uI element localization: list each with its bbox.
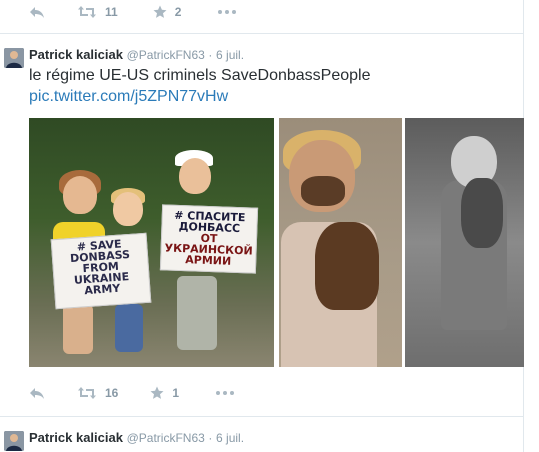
avatar[interactable] bbox=[4, 48, 24, 68]
tweet-header: Patrick kaliciak @PatrickFN63 · 6 juil. bbox=[29, 47, 244, 62]
author-handle[interactable]: @PatrickFN63 bbox=[127, 431, 205, 445]
retweet-icon bbox=[78, 387, 96, 399]
more-button[interactable] bbox=[215, 390, 235, 396]
tweet-header: Patrick kaliciak @PatrickFN63 · 6 juil. bbox=[29, 430, 244, 445]
child-figure bbox=[179, 158, 211, 194]
photo-girl-black-and-white[interactable] bbox=[404, 118, 524, 367]
tweet-timestamp[interactable]: 6 juil. bbox=[216, 431, 244, 445]
tweet-text: le régime UE-US criminels SaveDonbassPeo… bbox=[29, 67, 371, 84]
protest-sign-russian: # СПАСИТЕ ДОНБАСС ОТ УКРАИНСКОЙ АРМИИ bbox=[159, 204, 259, 274]
puppy-figure bbox=[460, 178, 503, 248]
tweet-media-link[interactable]: pic.twitter.com/j5ZPN77vHw bbox=[29, 86, 228, 107]
photo-girl-with-puppy[interactable] bbox=[278, 118, 402, 367]
retweet-count: 16 bbox=[105, 386, 119, 400]
tweet-actions: 16 1 bbox=[0, 381, 235, 405]
avatar[interactable] bbox=[4, 431, 24, 451]
child-figure bbox=[63, 304, 93, 354]
girl-figure bbox=[300, 176, 345, 206]
protest-sign-english: # SAVE DONBASS FROM UKRAINE ARMY bbox=[50, 232, 152, 310]
header-separator: · bbox=[208, 431, 213, 445]
reply-button[interactable] bbox=[29, 386, 45, 400]
child-figure bbox=[177, 276, 217, 350]
tweet-timestamp[interactable]: 6 juil. bbox=[216, 48, 244, 62]
more-icon bbox=[216, 391, 235, 395]
favorite-icon bbox=[150, 386, 164, 399]
child-figure bbox=[115, 304, 143, 352]
media-gallery[interactable]: # SAVE DONBASS FROM UKRAINE ARMY # СПАСИ… bbox=[29, 118, 524, 367]
author-handle[interactable]: @PatrickFN63 bbox=[127, 48, 205, 62]
author-fullname[interactable]: Patrick kaliciak bbox=[29, 430, 123, 445]
reply-icon bbox=[30, 388, 44, 399]
retweet-button[interactable]: 16 bbox=[77, 386, 118, 400]
photo-children-with-signs[interactable]: # SAVE DONBASS FROM UKRAINE ARMY # СПАСИ… bbox=[29, 118, 274, 367]
author-fullname[interactable]: Patrick kaliciak bbox=[29, 47, 123, 62]
child-figure bbox=[63, 176, 97, 214]
tweet: Patrick kaliciak @PatrickFN63 · 6 juil. bbox=[0, 416, 523, 452]
favorite-button[interactable]: 1 bbox=[150, 386, 179, 400]
puppy-figure bbox=[314, 222, 379, 310]
header-separator: · bbox=[208, 48, 213, 62]
favorite-count: 1 bbox=[172, 386, 180, 400]
tweet: Patrick kaliciak @PatrickFN63 · 6 juil. … bbox=[0, 0, 524, 416]
child-figure bbox=[113, 192, 143, 226]
